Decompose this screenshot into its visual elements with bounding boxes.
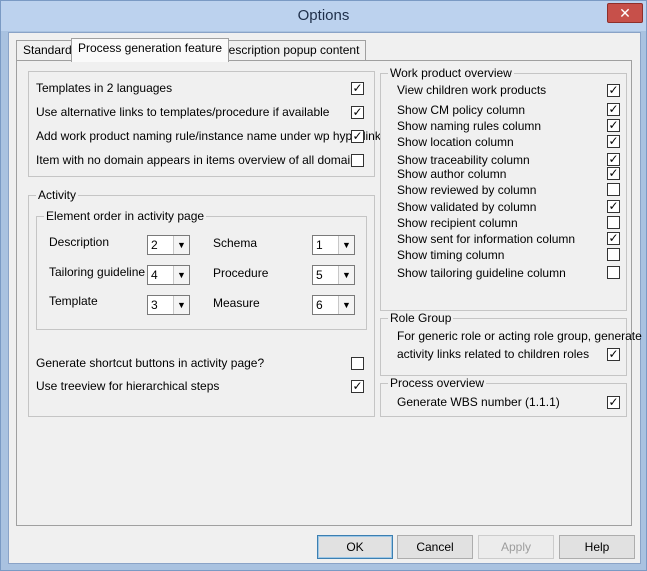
chevron-down-icon[interactable]: ▼ [338, 236, 354, 254]
no-domain-checkbox[interactable] [351, 154, 364, 167]
cancel-button[interactable]: Cancel [397, 535, 473, 559]
wp-option-label: Show naming rules column [397, 119, 542, 133]
window-title: Options [297, 7, 350, 24]
schema-order-label: Schema [213, 236, 258, 250]
wp-option-label: View children work products [397, 83, 547, 97]
wp-option-label: Show validated by column [397, 200, 537, 214]
template-order-value: 3 [151, 298, 158, 312]
options-window: Options ✕ Standard Process generation fe… [0, 0, 647, 571]
procedure-order-value: 5 [316, 268, 323, 282]
tailoring-guideline-order-value: 4 [151, 268, 158, 282]
treeview-label: Use treeview for hierarchical steps [36, 379, 220, 393]
general-option-label: Item with no domain appears in items ove… [36, 153, 363, 167]
wbs-number-label: Generate WBS number (1.1.1) [397, 395, 560, 409]
general-option-label: Use alternative links to templates/proce… [36, 105, 330, 119]
tab-standard[interactable]: Standard [16, 40, 79, 61]
view-children-wp-checkbox[interactable]: ✓ [607, 84, 620, 97]
recipient-checkbox[interactable] [607, 216, 620, 229]
wp-option-label: Show recipient column [397, 216, 518, 230]
chevron-down-icon[interactable]: ▼ [173, 296, 189, 314]
description-order-select[interactable]: 2 ▼ [147, 235, 190, 255]
wp-option-label: Show timing column [397, 248, 505, 262]
templates-2-languages-checkbox[interactable]: ✓ [351, 82, 364, 95]
schema-order-select[interactable]: 1 ▼ [312, 235, 355, 255]
measure-order-select[interactable]: 6 ▼ [312, 295, 355, 315]
wp-option-label: Show location column [397, 135, 514, 149]
tailoring-guideline-order-select[interactable]: 4 ▼ [147, 265, 190, 285]
schema-order-value: 1 [316, 238, 323, 252]
shortcut-buttons-checkbox[interactable] [351, 357, 364, 370]
process-overview-legend: Process overview [388, 376, 487, 390]
author-checkbox[interactable]: ✓ [607, 167, 620, 180]
element-order-group: Element order in activity page Descripti… [36, 209, 367, 330]
chevron-down-icon[interactable]: ▼ [173, 236, 189, 254]
shortcut-buttons-label: Generate shortcut buttons in activity pa… [36, 356, 265, 370]
location-checkbox[interactable]: ✓ [607, 135, 620, 148]
dialog-client-area: Standard Process generation feature Desc… [8, 32, 642, 564]
cm-policy-checkbox[interactable]: ✓ [607, 103, 620, 116]
procedure-order-label: Procedure [213, 266, 269, 280]
tab-description-popup-content[interactable]: Description popup content [213, 40, 367, 61]
chevron-down-icon[interactable]: ▼ [173, 266, 189, 284]
template-order-label: Template [49, 294, 98, 308]
tab-panel: Templates in 2 languages ✓ Use alternati… [16, 60, 642, 526]
role-group-group: Role Group For generic role or acting ro… [380, 311, 642, 376]
activity-group: Activity Element order in activity page … [28, 188, 375, 417]
general-options-group: Templates in 2 languages ✓ Use alternati… [28, 71, 381, 177]
description-order-label: Description [49, 235, 110, 249]
validated-by-checkbox[interactable]: ✓ [607, 200, 620, 213]
treeview-checkbox[interactable]: ✓ [351, 380, 364, 393]
measure-order-label: Measure [213, 296, 260, 310]
wp-option-label: Show tailoring guideline column [397, 266, 566, 280]
apply-button[interactable]: Apply [478, 535, 554, 559]
wp-option-label: Show author column [397, 167, 507, 181]
help-button[interactable]: Help [559, 535, 635, 559]
work-product-overview-group: Work product overview View children work… [380, 66, 627, 311]
ok-button[interactable]: OK [317, 535, 393, 559]
reviewed-by-checkbox[interactable] [607, 183, 620, 196]
role-group-legend: Role Group [388, 311, 454, 325]
process-overview-group: Process overview Generate WBS number (1.… [380, 376, 627, 417]
tailoring-guideline-order-label: Tailoring guideline [49, 265, 146, 279]
close-icon[interactable]: ✕ [607, 3, 643, 23]
description-order-value: 2 [151, 238, 158, 252]
wp-option-label: Show CM policy column [397, 103, 526, 117]
tab-process-generation-feature[interactable]: Process generation feature [71, 38, 230, 62]
alternative-links-checkbox[interactable]: ✓ [351, 106, 364, 119]
title-bar[interactable]: Options ✕ [1, 1, 646, 31]
measure-order-value: 6 [316, 298, 323, 312]
template-order-select[interactable]: 3 ▼ [147, 295, 190, 315]
naming-rule-checkbox[interactable]: ✓ [351, 130, 364, 143]
procedure-order-select[interactable]: 5 ▼ [312, 265, 355, 285]
chevron-down-icon[interactable]: ▼ [338, 296, 354, 314]
wbs-number-checkbox[interactable]: ✓ [607, 396, 620, 409]
wp-option-label: Show traceability column [397, 153, 530, 167]
element-order-legend: Element order in activity page [44, 209, 207, 223]
tailoring-guideline-checkbox[interactable] [607, 266, 620, 279]
general-option-label: Add work product naming rule/instance na… [36, 129, 381, 143]
wp-option-label: Show reviewed by column [397, 183, 537, 197]
role-group-text-line1: For generic role or acting role group, g… [397, 329, 642, 343]
role-group-text-line2: activity links related to children roles [397, 347, 590, 361]
timing-checkbox[interactable] [607, 248, 620, 261]
work-product-overview-legend: Work product overview [388, 66, 514, 80]
naming-rules-checkbox[interactable]: ✓ [607, 119, 620, 132]
general-option-label: Templates in 2 languages [36, 81, 173, 95]
sent-for-information-checkbox[interactable]: ✓ [607, 232, 620, 245]
activity-legend: Activity [36, 188, 79, 202]
wp-option-label: Show sent for information column [397, 232, 576, 246]
chevron-down-icon[interactable]: ▼ [338, 266, 354, 284]
traceability-checkbox[interactable]: ✓ [607, 153, 620, 166]
role-group-checkbox[interactable]: ✓ [607, 348, 620, 361]
